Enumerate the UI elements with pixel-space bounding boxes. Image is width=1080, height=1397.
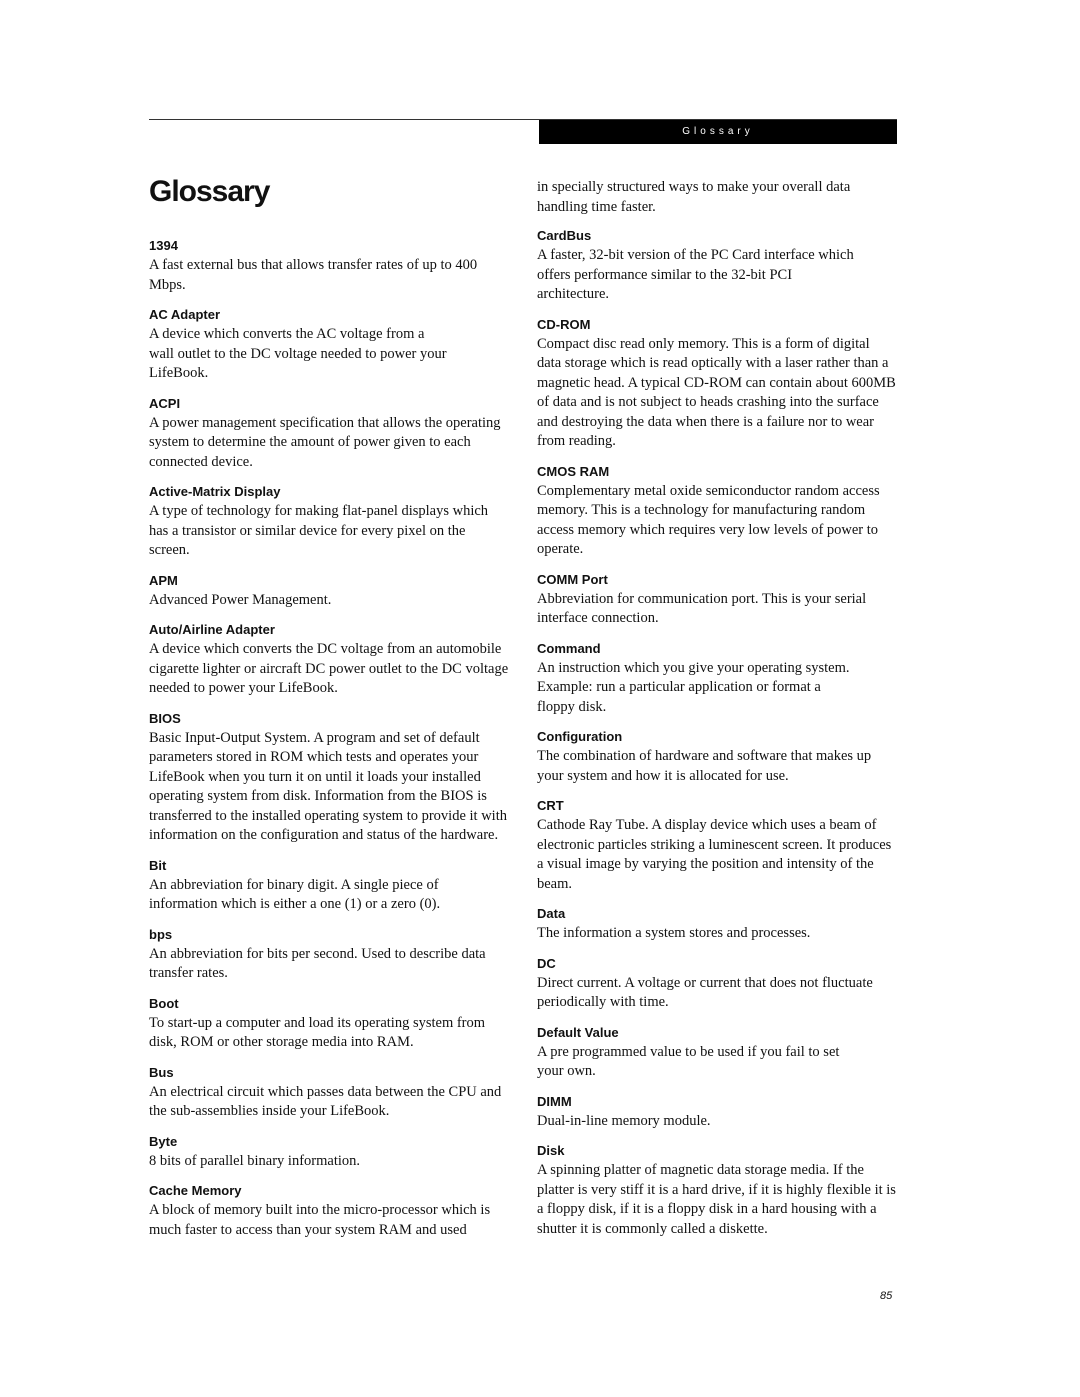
glossary-definition: A device which converts the DC voltage f… xyxy=(149,641,509,696)
glossary-definition: The information a system stores and proc… xyxy=(537,925,811,941)
glossary-term: Active-Matrix Display xyxy=(149,484,281,499)
running-header: Glossary xyxy=(539,120,897,144)
glossary-definition: Dual-in-line memory module. xyxy=(537,1112,711,1129)
glossary-continuation: in specially structured ways to make you… xyxy=(537,179,851,215)
glossary-term: DC xyxy=(537,955,556,971)
glossary-definition: Complementary metal oxide semiconductor … xyxy=(537,482,880,558)
glossary-definition: An abbreviation for bits per second. Use… xyxy=(149,945,486,982)
glossary-right-column: in specially structured ways to make you… xyxy=(537,178,897,1250)
glossary-entry: DIMM Dual-in-line memory module. xyxy=(537,1093,897,1132)
glossary-term: Byte xyxy=(149,1133,178,1149)
glossary-entry: CardBus A faster, 32-bit version of the P… xyxy=(537,227,897,305)
glossary-definition: A type of technology for making flat-pan… xyxy=(149,503,489,558)
glossary-entry: Data The information a system stores and … xyxy=(537,905,897,944)
glossary-entry: COMM Port Abbreviation for communication … xyxy=(537,571,897,629)
glossary-entry: Byte 8 bits of parallel binary informatio… xyxy=(149,1133,509,1172)
glossary-definition: Cathode Ray Tube. A display device which… xyxy=(537,817,892,892)
page-title: Glossary xyxy=(149,175,270,208)
glossary-definition: 8 bits of parallel binary information. xyxy=(149,1152,361,1169)
glossary-entry: Cache Memory A block of memory built into… xyxy=(149,1182,509,1240)
glossary-definition: To start-up a computer and load its oper… xyxy=(149,1014,486,1051)
glossary-term: Command xyxy=(537,640,601,656)
glossary-term: Bit xyxy=(149,857,167,873)
glossary-definition: A block of memory built into the micro-p… xyxy=(149,1202,491,1238)
glossary-definition: Advanced Power Management. xyxy=(149,591,332,608)
glossary-entry: AC Adapter A device which converts the AC… xyxy=(149,306,509,384)
glossary-definition: A spinning platter of magnetic data stor… xyxy=(537,1162,896,1237)
glossary-term: bps xyxy=(149,926,173,942)
glossary-entry: Auto/Airline Adapter A device which conve… xyxy=(149,621,509,699)
glossary-definition: An abbreviation for binary digit. A sing… xyxy=(149,876,441,913)
glossary-term: Bus xyxy=(149,1064,174,1080)
glossary-definition: The combination of hardware and software… xyxy=(537,748,872,784)
glossary-term: CD-ROM xyxy=(537,316,591,332)
glossary-term: Auto/Airline Adapter xyxy=(149,622,275,637)
glossary-entry: Bus An electrical circuit which passes da… xyxy=(149,1064,509,1122)
glossary-entry: Bit An abbreviation for binary digit. A s… xyxy=(149,857,509,915)
glossary-entry: APM Advanced Power Management. xyxy=(149,572,509,611)
glossary-entry: BIOS Basic Input-Output System. A program… xyxy=(149,710,509,846)
glossary-term: CRT xyxy=(537,798,564,813)
glossary-entry: CMOS RAM Complementary metal oxide semico… xyxy=(537,463,897,560)
glossary-definition: A fast external bus that allows transfer… xyxy=(149,257,478,293)
page-number: 85 xyxy=(880,1290,893,1302)
glossary-entry: Command An instruction which you give you… xyxy=(537,640,897,718)
glossary-definition: Basic Input-Output System. A program and… xyxy=(149,729,507,844)
glossary-entry: ACPI A power management specification tha… xyxy=(149,395,509,473)
glossary-term: Cache Memory xyxy=(149,1183,242,1198)
glossary-definition: Direct current. A voltage or current tha… xyxy=(537,974,873,1011)
glossary-term: DIMM xyxy=(537,1093,572,1109)
glossary-term: CMOS RAM xyxy=(537,463,610,479)
glossary-term: BIOS xyxy=(149,710,181,726)
glossary-entry: CRT Cathode Ray Tube. A display device wh… xyxy=(537,797,897,894)
glossary-term: COMM Port xyxy=(537,571,608,587)
glossary-definition: An electrical circuit which passes data … xyxy=(149,1083,502,1120)
glossary-term: CardBus xyxy=(537,228,592,243)
glossary-entry: 1394 A fast external bus that allows tran… xyxy=(149,237,509,295)
glossary-entry: Boot To start-up a computer and load its … xyxy=(149,995,509,1053)
glossary-definition: An instruction which you give your opera… xyxy=(537,659,850,715)
glossary-definition: Abbreviation for communication port. Thi… xyxy=(537,590,867,627)
glossary-term: Boot xyxy=(149,995,179,1011)
glossary-term: Disk xyxy=(537,1143,565,1158)
glossary-term: Data xyxy=(537,906,566,921)
glossary-term: Default Value xyxy=(537,1024,619,1040)
glossary-definition: Compact disc read only memory. This is a… xyxy=(537,335,896,450)
glossary-term: Configuration xyxy=(537,729,623,744)
glossary-definition: A faster, 32-bit version of the PC Card … xyxy=(537,247,854,302)
glossary-definition: A power management specification that al… xyxy=(149,414,501,470)
glossary-entry: DC Direct current. A voltage or current t… xyxy=(537,955,897,1013)
glossary-term: 1394 xyxy=(149,238,178,253)
glossary-entry: Active-Matrix Display A type of technolog… xyxy=(149,483,509,561)
glossary-entry: CD-ROM Compact disc read only memory. Thi… xyxy=(537,316,897,452)
glossary-left-column: 1394 A fast external bus that allows tran… xyxy=(149,237,509,1251)
glossary-term: APM xyxy=(149,572,178,588)
glossary-entry: Configuration The combination of hardware… xyxy=(537,728,897,786)
glossary-term: ACPI xyxy=(149,395,181,411)
glossary-definition: A device which converts the AC voltage f… xyxy=(149,326,447,381)
glossary-definition: A pre programmed value to be used if you… xyxy=(537,1043,840,1080)
glossary-term: AC Adapter xyxy=(149,307,221,322)
glossary-entry: bps An abbreviation for bits per second. … xyxy=(149,926,509,984)
glossary-entry: Default Value A pre programmed value to b… xyxy=(537,1024,897,1082)
glossary-entry: Disk A spinning platter of magnetic data … xyxy=(537,1142,897,1239)
